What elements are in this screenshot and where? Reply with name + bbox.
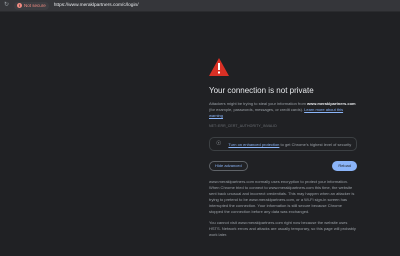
enhanced-protection-text: Turn on enhanced protection to get Chrom… <box>228 142 351 147</box>
reload-icon[interactable]: ↻ <box>3 2 10 9</box>
details-paragraph-1: www.meraklpartners.com normally uses enc… <box>209 179 355 214</box>
hide-advanced-button[interactable]: Hide advanced <box>209 161 248 171</box>
browser-toolbar: ↻ ! Not secure https://www.meraklpartner… <box>0 0 400 12</box>
not-secure-icon: ! <box>17 3 22 8</box>
page-title: Your connection is not private <box>209 86 314 95</box>
omnibox[interactable]: ↻ ! Not secure https://www.meraklpartner… <box>3 0 139 11</box>
site-domain: www.meraklpartners.com <box>307 101 356 106</box>
interstitial-content: Your connection is not private Attackers… <box>209 58 357 243</box>
error-code: NET::ERR_CERT_AUTHORITY_INVALID <box>209 124 277 128</box>
reload-button[interactable]: Reload <box>332 161 357 171</box>
enhanced-protection-banner: ☉ Turn on enhanced protection to get Chr… <box>209 137 357 151</box>
url-text[interactable]: https://www.meraklpartners.com/c/login/ <box>54 0 139 11</box>
warning-triangle-icon <box>209 58 229 76</box>
lightbulb-icon: ☉ <box>216 141 222 147</box>
desc-prefix: Attackers might be trying to steal your … <box>209 101 308 106</box>
security-chip[interactable]: ! Not secure <box>14 1 49 10</box>
security-label: Not secure <box>24 2 46 8</box>
enhanced-protection-rest: to get Chrome's highest level of securit… <box>279 141 352 147</box>
details-paragraph-2: You cannot visit www.meraklpartners.com … <box>209 220 356 237</box>
desc-suffix: (for example, passwords, messages, or cr… <box>209 107 305 112</box>
enhanced-protection-link[interactable]: Turn on enhanced protection <box>228 142 279 147</box>
warning-description: Attackers might be trying to steal your … <box>209 101 357 119</box>
button-row: Hide advanced Reload <box>209 161 357 171</box>
advanced-details: www.meraklpartners.com normally uses enc… <box>209 179 357 238</box>
